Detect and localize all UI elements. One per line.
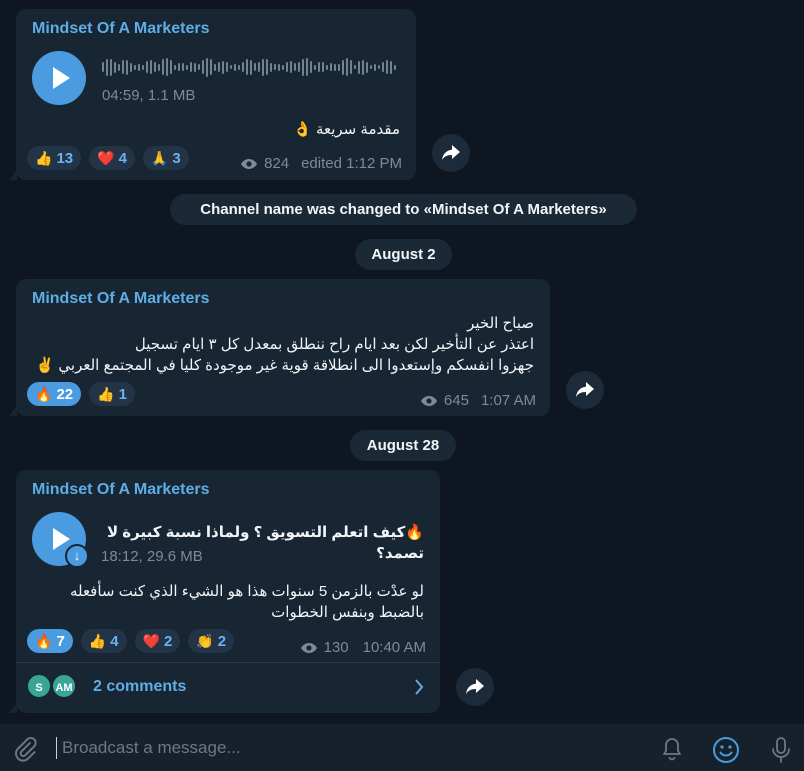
date-separator: August 28 [350,430,456,461]
paperclip-icon[interactable] [12,736,38,762]
sender-name[interactable]: Mindset Of A Marketers [32,290,210,308]
reaction-emoji: 👍 [88,633,107,649]
avatar: AM [51,673,77,699]
reactions-bar: 🔥 7 👍 4 ❤️ 2 👏 2 [27,629,235,653]
audio-meta: 04:59, 1.1 MB [102,87,196,104]
message-text: لو عدْت بالزمن 5 سنوات هذا هو الشيء الذي… [69,583,424,621]
reaction-emoji: 🙏 [150,150,169,166]
play-button[interactable] [32,51,86,105]
chat-history[interactable]: Mindset Of A Marketers 04:59, 1.1 MB مقد… [0,0,804,724]
reaction-emoji: 👍 [35,150,53,166]
reaction-emoji: 👏 [196,633,214,649]
sender-name[interactable]: Mindset Of A Marketers [32,481,210,499]
message-line: جهزوا انفسكم وإستعدوا الى انطلاقة قوية غ… [35,357,534,374]
reaction-chip[interactable]: ❤️ 2 [134,629,181,653]
reactions-bar: 👍 13 ❤️ 4 🙏 3 [27,146,189,170]
share-icon [576,382,594,397]
view-count: 645 [443,392,469,409]
message-line: اعتذر عن التأخير لكن بعد ايام راح ننطلق … [134,336,534,353]
reaction-chip[interactable]: 👏 2 [188,629,235,653]
reaction-emoji: ❤️ [97,150,115,166]
audio-meta: 18:12, 29.6 MB [101,548,203,565]
download-icon[interactable]: ↓ [65,544,89,568]
message-info: 824 edited 1:12 PM [240,155,402,172]
reaction-count: 3 [172,149,181,167]
emoji-icon[interactable] [712,736,740,764]
reaction-emoji: ❤️ [142,633,160,649]
message-text: مقدمة سريعة 👌 [293,121,400,138]
reaction-count: 1 [118,385,127,403]
reaction-chip[interactable]: 🔥 7 [27,629,73,653]
reaction-count: 4 [110,632,119,650]
message-time: 1:07 AM [480,392,536,409]
sender-name[interactable]: Mindset Of A Marketers [32,20,210,38]
reaction-emoji: 🔥 [35,633,53,649]
share-icon [466,679,484,694]
message-composer: Broadcast a message... [0,724,804,771]
message-bubble[interactable]: Mindset Of A Marketers صباح الخير اعتذر … [9,279,550,416]
bell-icon[interactable] [660,736,684,762]
message-input[interactable]: Broadcast a message... [56,737,616,759]
message-time: edited 1:12 PM [301,155,402,172]
date-separator: August 2 [355,239,452,270]
chevron-right-icon [415,679,424,695]
view-count: 130 [323,639,349,656]
reaction-count: 4 [118,149,127,167]
reaction-chip[interactable]: 🔥 22 [27,382,82,406]
view-count: 824 [264,155,290,172]
message-bubble[interactable]: Mindset Of A Marketers ↓ 🔥كيف اتعلم التس… [9,470,440,713]
share-icon [442,145,460,160]
message-bubble[interactable]: Mindset Of A Marketers 04:59, 1.1 MB مقد… [9,9,416,180]
reactions-bar: 🔥 22 👍 1 [27,382,135,406]
share-button[interactable] [456,668,494,706]
comments-button[interactable]: S AM 2 comments [16,663,440,713]
microphone-icon[interactable] [770,736,792,764]
share-button[interactable] [432,134,470,172]
eye-icon [420,395,437,406]
eye-icon [241,158,258,169]
reaction-count: 2 [164,632,173,650]
reaction-count: 2 [217,632,227,650]
reaction-chip[interactable]: 👍 4 [80,629,127,653]
bubble-tail [9,170,17,180]
eye-icon [300,642,317,653]
share-button[interactable] [566,371,604,409]
avatar: S [26,673,52,699]
reaction-count: 13 [56,149,74,167]
reaction-count: 7 [56,632,65,650]
reaction-emoji: 👍 [97,386,115,402]
play-button[interactable]: ↓ [32,512,89,568]
reaction-chip[interactable]: 👍 13 [27,146,82,170]
reaction-chip[interactable]: 🙏 3 [142,146,189,170]
reaction-emoji: 🔥 [35,386,53,402]
message-info: 645 1:07 AM [420,392,536,409]
audio-waveform[interactable] [102,55,396,79]
message-info: 130 10:40 AM [300,639,426,656]
reaction-chip[interactable]: ❤️ 4 [89,146,135,170]
bubble-tail [9,406,17,416]
reaction-chip[interactable]: 👍 1 [89,382,135,406]
comments-label: 2 comments [93,678,187,695]
service-message: Channel name was changed to «Mindset Of … [170,194,637,225]
reaction-count: 22 [56,385,74,403]
message-time: 10:40 AM [362,639,426,656]
message-line: صباح الخير [467,315,534,332]
